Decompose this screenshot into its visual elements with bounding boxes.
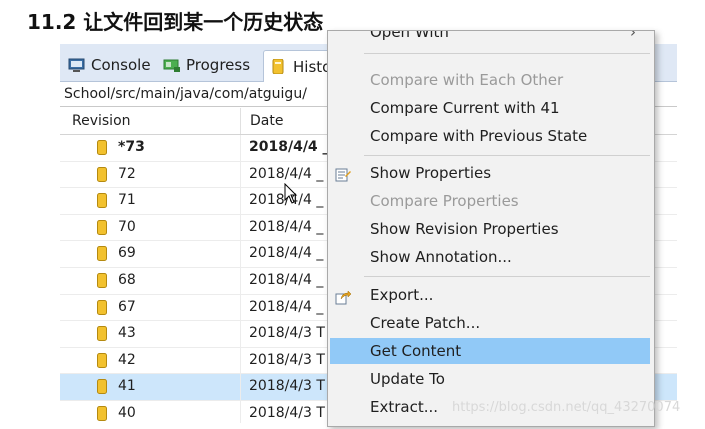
revision-icon xyxy=(97,379,107,395)
properties-icon xyxy=(335,165,351,182)
revision-icon xyxy=(97,299,107,315)
menu-item-show-properties[interactable]: Show Properties xyxy=(328,160,654,186)
context-menu: Open With › Compare with Each Other Comp… xyxy=(327,30,655,427)
chevron-right-icon: › xyxy=(630,30,636,41)
revision-number: 43 xyxy=(118,325,136,342)
menu-item-label: Extract... xyxy=(370,398,439,416)
revision-number: 67 xyxy=(118,298,136,315)
menu-item-label: Compare Properties xyxy=(370,192,519,210)
revision-date: 2018/4/4 _ xyxy=(249,298,324,315)
column-header-date[interactable]: Date xyxy=(250,108,283,134)
menu-item-open-with[interactable]: Open With › xyxy=(328,30,654,45)
menu-item-compare-current[interactable]: Compare Current with 41 xyxy=(328,95,654,121)
revision-icon xyxy=(97,166,107,182)
menu-item-label: Compare Current with 41 xyxy=(370,99,560,117)
menu-item-update-to[interactable]: Update To xyxy=(328,366,654,392)
column-divider[interactable] xyxy=(240,108,241,134)
revision-number: *73 xyxy=(118,139,145,155)
menu-item-label: Export... xyxy=(370,286,434,304)
revision-date: 2018/4/3 T xyxy=(249,378,325,395)
document-heading: 11.2 让文件回到某一个历史状态 xyxy=(27,10,324,34)
revision-icon xyxy=(97,272,107,288)
menu-item-label: Show Revision Properties xyxy=(370,220,559,238)
revision-number: 71 xyxy=(118,192,136,209)
history-icon xyxy=(270,58,288,75)
revision-number: 68 xyxy=(118,271,136,288)
column-header-revision[interactable]: Revision xyxy=(72,108,131,134)
revision-number: 40 xyxy=(118,404,136,421)
revision-date: 2018/4/3 T xyxy=(249,325,325,342)
revision-icon xyxy=(97,405,107,421)
tab-progress[interactable]: Progress xyxy=(163,52,250,78)
console-icon xyxy=(68,58,86,73)
revision-date: 2018/4/4 _ xyxy=(249,245,324,262)
menu-item-label: Show Annotation... xyxy=(370,248,512,266)
menu-item-show-annotation[interactable]: Show Annotation... xyxy=(328,244,654,270)
tab-console[interactable]: Console xyxy=(68,52,151,78)
revision-date: 2018/4/3 T xyxy=(249,404,325,421)
revision-icon xyxy=(97,326,107,342)
revision-icon xyxy=(97,193,107,209)
revision-number: 72 xyxy=(118,165,136,182)
export-icon xyxy=(335,287,352,305)
revision-icon xyxy=(97,140,107,155)
revision-icon xyxy=(97,352,107,368)
menu-item-label: Create Patch... xyxy=(370,314,481,332)
menu-item-label: Show Properties xyxy=(370,164,492,182)
revision-number: 41 xyxy=(118,378,136,395)
mouse-cursor-icon xyxy=(284,183,298,204)
menu-item-label: Compare with Previous State xyxy=(370,127,588,145)
menu-item-label: Get Content xyxy=(370,342,462,360)
menu-separator xyxy=(364,53,650,54)
revision-date: 2018/4/4 _ xyxy=(249,218,324,235)
menu-item-compare-previous[interactable]: Compare with Previous State xyxy=(328,123,654,149)
menu-item-compare-properties[interactable]: Compare Properties xyxy=(328,188,654,214)
menu-item-label: Open With xyxy=(370,30,449,41)
menu-item-get-content[interactable]: Get Content xyxy=(330,338,650,364)
menu-item-compare-each-other[interactable]: Compare with Each Other xyxy=(328,67,654,93)
tab-label: Console xyxy=(91,56,151,74)
revision-icon xyxy=(97,246,107,262)
menu-item-export[interactable]: Export... xyxy=(328,282,654,308)
revision-date: 2018/4/4 _ xyxy=(249,139,330,155)
tab-label: Progress xyxy=(186,56,251,74)
menu-item-label: Compare with Each Other xyxy=(370,71,564,89)
menu-item-show-revision-properties[interactable]: Show Revision Properties xyxy=(328,216,654,242)
menu-separator xyxy=(364,155,650,156)
revision-number: 69 xyxy=(118,245,136,262)
revision-date: 2018/4/3 T xyxy=(249,351,325,368)
progress-icon xyxy=(163,58,181,73)
watermark: https://blog.csdn.net/qq_43270074 xyxy=(452,400,681,415)
menu-separator xyxy=(364,276,650,277)
revision-icon xyxy=(97,219,107,235)
revision-date: 2018/4/4 _ xyxy=(249,271,324,288)
tab-label: Histo xyxy=(293,57,332,76)
menu-item-label: Update To xyxy=(370,370,445,388)
menu-item-create-patch[interactable]: Create Patch... xyxy=(328,310,654,336)
revision-number: 42 xyxy=(118,351,136,368)
revision-number: 70 xyxy=(118,218,136,235)
